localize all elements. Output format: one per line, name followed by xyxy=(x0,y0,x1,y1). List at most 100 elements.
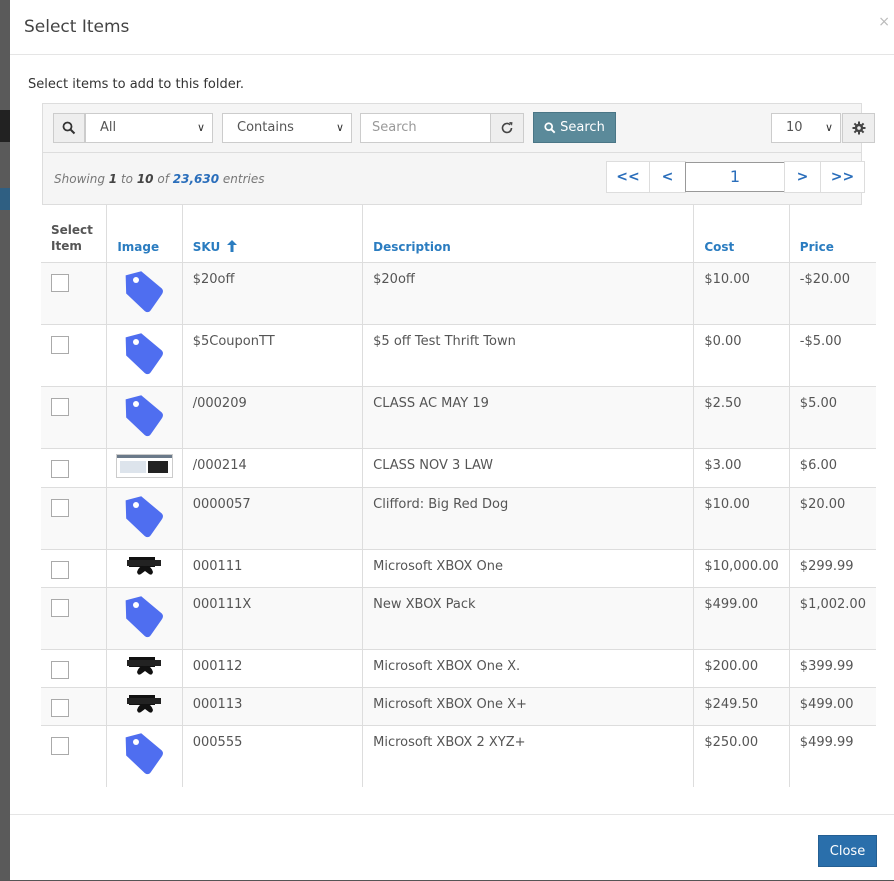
image-cell xyxy=(106,386,183,449)
close-icon[interactable]: × xyxy=(878,14,890,30)
cost-cell: $10.00 xyxy=(693,262,790,325)
sku-cell: 000113 xyxy=(182,687,364,726)
select-checkbox[interactable] xyxy=(51,336,69,354)
select-checkbox[interactable] xyxy=(51,274,69,292)
table-row[interactable]: 000555 Microsoft XBOX 2 XYZ+ $250.00 $499.9… xyxy=(41,725,876,787)
refresh-button[interactable] xyxy=(490,113,524,143)
sku-cell: /000209 xyxy=(182,386,364,449)
sku-cell: $20off xyxy=(182,262,364,325)
table-row[interactable]: /000214 CLASS NOV 3 LAW $3.00 $6.00 xyxy=(41,448,876,488)
select-checkbox[interactable] xyxy=(51,599,69,617)
price-cell: -$5.00 xyxy=(789,324,876,387)
page-number-input[interactable]: 1 xyxy=(685,162,785,192)
column-header-select: Select Item xyxy=(41,204,108,263)
refresh-icon xyxy=(501,122,513,134)
select-checkbox[interactable] xyxy=(51,460,69,478)
modal-title: Select Items xyxy=(24,17,130,37)
first-page-button[interactable]: << xyxy=(606,161,650,193)
close-button[interactable]: Close xyxy=(818,835,877,867)
table-row[interactable]: 000111X New XBOX Pack $499.00 $1,002.00 xyxy=(41,587,876,650)
image-cell xyxy=(106,549,183,588)
items-table: Select Item Image SKU Description Cost P… xyxy=(41,204,876,787)
table-row[interactable]: $5CouponTT $5 off Test Thrift Town $0.00 -$… xyxy=(41,324,876,387)
description-cell: Microsoft XBOX One xyxy=(362,549,695,588)
sku-cell: $5CouponTT xyxy=(182,324,364,387)
image-cell xyxy=(106,262,183,325)
tag-icon xyxy=(125,270,163,312)
price-cell: $499.00 xyxy=(789,687,876,726)
cost-cell: $250.00 xyxy=(693,725,790,787)
sku-cell: 000112 xyxy=(182,649,364,688)
tag-icon xyxy=(125,595,163,637)
select-cell xyxy=(41,487,108,550)
table-row[interactable]: /000209 CLASS AC MAY 19 $2.50 $5.00 xyxy=(41,386,876,449)
select-cell xyxy=(41,324,108,387)
cost-cell: $10,000.00 xyxy=(693,549,790,588)
image-cell xyxy=(106,324,183,387)
image-cell xyxy=(106,487,183,550)
sku-cell: 000111X xyxy=(182,587,364,650)
settings-button[interactable] xyxy=(842,113,875,143)
table-row[interactable]: 000111 Microsoft XBOX One $10,000.00 $299.9… xyxy=(41,549,876,588)
column-header-image[interactable]: Image xyxy=(106,204,183,263)
intro-text: Select items to add to this folder. xyxy=(28,77,245,92)
tag-icon xyxy=(125,332,163,374)
table-row[interactable]: 0000057 Clifford: Big Red Dog $10.00 $20.00 xyxy=(41,487,876,550)
chevron-down-icon: ∨ xyxy=(196,121,205,134)
description-cell: CLASS AC MAY 19 xyxy=(362,386,695,449)
column-header-price[interactable]: Price xyxy=(789,204,876,263)
page-size-select[interactable]: 10 ∨ xyxy=(771,113,841,143)
field-select[interactable]: All ∨ xyxy=(85,113,213,143)
price-cell: $299.99 xyxy=(789,549,876,588)
screenshot-thumbnail xyxy=(116,454,174,478)
column-header-cost[interactable]: Cost xyxy=(693,204,790,263)
table-row[interactable]: $20off $20off $10.00 -$20.00 xyxy=(41,262,876,325)
page-size-value: 10 xyxy=(786,120,803,135)
table-row[interactable]: 000113 Microsoft XBOX One X+ $249.50 $499.0… xyxy=(41,687,876,726)
select-checkbox[interactable] xyxy=(51,699,69,717)
cost-cell: $0.00 xyxy=(693,324,790,387)
select-cell xyxy=(41,587,108,650)
description-cell: New XBOX Pack xyxy=(362,587,695,650)
match-select[interactable]: Contains ∨ xyxy=(222,113,352,143)
select-checkbox[interactable] xyxy=(51,398,69,416)
prev-page-button[interactable]: < xyxy=(649,161,686,193)
search-icon xyxy=(544,121,556,133)
cost-cell: $200.00 xyxy=(693,649,790,688)
sku-cell: 000555 xyxy=(182,725,364,787)
filter-panel: All ∨ Contains ∨ Search Search 10 ∨ Show… xyxy=(42,103,875,205)
select-checkbox[interactable] xyxy=(51,737,69,755)
search-input[interactable]: Search xyxy=(360,113,491,143)
next-page-button[interactable]: > xyxy=(784,161,821,193)
entries-label: entries xyxy=(222,172,265,186)
select-header-line2: Item xyxy=(51,239,82,253)
chevron-right-icon: > xyxy=(796,169,809,185)
select-checkbox[interactable] xyxy=(51,561,69,579)
description-cell: $5 off Test Thrift Town xyxy=(362,324,695,387)
entries-of-word: of xyxy=(157,172,169,186)
select-cell xyxy=(41,386,108,449)
select-cell xyxy=(41,649,108,688)
table-row[interactable]: 000112 Microsoft XBOX One X. $200.00 $399.9… xyxy=(41,649,876,688)
select-checkbox[interactable] xyxy=(51,499,69,517)
double-chevron-left-icon: << xyxy=(616,169,640,185)
select-cell xyxy=(41,448,108,488)
select-checkbox[interactable] xyxy=(51,661,69,679)
column-header-description[interactable]: Description xyxy=(362,204,695,263)
tag-icon xyxy=(125,394,163,436)
table-header-row: Select Item Image SKU Description Cost P… xyxy=(41,204,876,263)
price-cell: $6.00 xyxy=(789,448,876,488)
sku-cell: /000214 xyxy=(182,448,364,488)
chevron-down-icon: ∨ xyxy=(824,121,833,134)
image-cell xyxy=(106,448,183,488)
search-button-label: Search xyxy=(560,120,605,135)
cost-cell: $2.50 xyxy=(693,386,790,449)
description-cell: Microsoft XBOX 2 XYZ+ xyxy=(362,725,695,787)
search-button[interactable]: Search xyxy=(533,112,616,143)
price-cell: $399.99 xyxy=(789,649,876,688)
search-toolbar: All ∨ Contains ∨ Search Search 10 ∨ xyxy=(43,104,875,153)
image-cell xyxy=(106,587,183,650)
column-header-sku[interactable]: SKU xyxy=(182,204,364,263)
last-page-button[interactable]: >> xyxy=(820,161,865,193)
cost-cell: $3.00 xyxy=(693,448,790,488)
